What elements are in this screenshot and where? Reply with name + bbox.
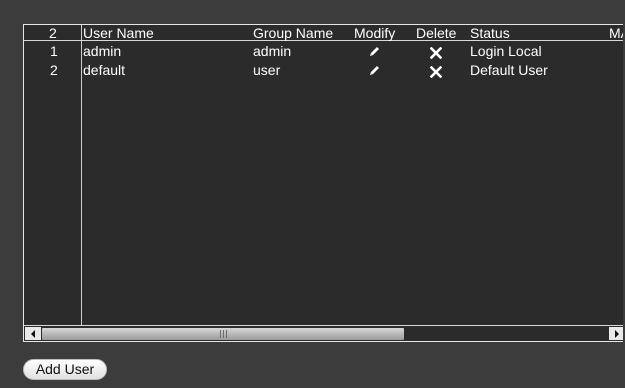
header-user-name[interactable]: User Name xyxy=(83,25,154,41)
arrow-right-icon[interactable] xyxy=(609,327,623,340)
row-group-name: user xyxy=(253,62,281,78)
row-user-name: admin xyxy=(83,43,122,59)
row-index: 2 xyxy=(50,62,58,78)
header-delete: Delete xyxy=(416,25,457,41)
pencil-icon[interactable] xyxy=(366,45,382,59)
header-group-name[interactable]: Group Name xyxy=(253,25,333,41)
table-row[interactable]: 2 default user Default User xyxy=(24,62,623,80)
row-index: 1 xyxy=(50,43,58,59)
grip-line xyxy=(220,330,221,338)
horizontal-scrollbar[interactable] xyxy=(24,325,623,341)
x-icon[interactable] xyxy=(428,46,444,60)
grip-line xyxy=(223,330,224,338)
grip-line xyxy=(226,330,227,338)
row-group-name: admin xyxy=(253,43,292,59)
user-management-panel: 2 User Name Group Name Modify Delete Sta… xyxy=(0,0,625,388)
header-count: 2 xyxy=(49,25,57,41)
row-user-name: default xyxy=(83,62,126,78)
header-modify: Modify xyxy=(354,25,396,41)
add-user-button[interactable]: Add User xyxy=(23,359,107,380)
header-status[interactable]: Status xyxy=(470,25,510,41)
table-row[interactable]: 1 admin admin Login Local xyxy=(24,43,623,61)
row-status: Default User xyxy=(470,62,548,78)
row-status: Login Local xyxy=(470,43,542,59)
scrollbar-thumb[interactable] xyxy=(42,328,404,340)
user-table-grid: 2 User Name Group Name Modify Delete Sta… xyxy=(24,25,623,325)
arrow-left-icon[interactable] xyxy=(25,327,41,340)
pencil-icon[interactable] xyxy=(366,64,382,78)
header-mac[interactable]: MA xyxy=(609,25,623,41)
table-header: 2 User Name Group Name Modify Delete Sta… xyxy=(24,25,623,41)
x-icon[interactable] xyxy=(428,65,444,79)
user-table: 2 User Name Group Name Modify Delete Sta… xyxy=(23,24,623,342)
